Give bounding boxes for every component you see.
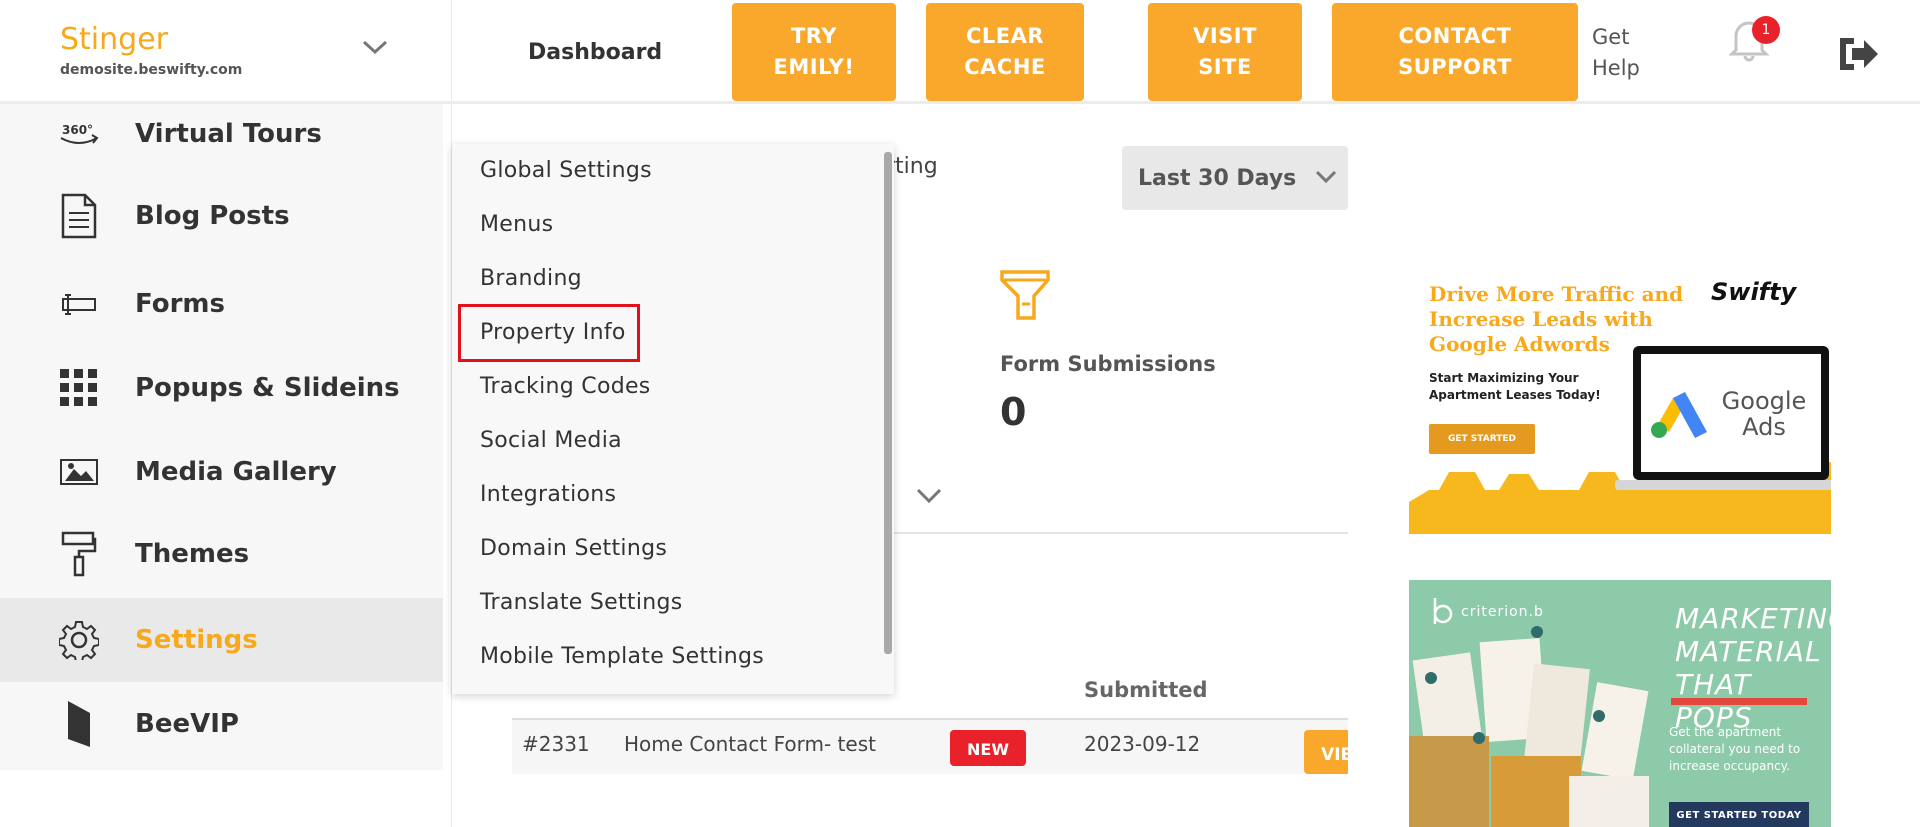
criterion-banner[interactable]: criterion.b MARKETING MATERIAL THAT POPS… (1409, 580, 1831, 827)
highlight-box (458, 304, 640, 362)
menu-item-menus[interactable]: Menus (480, 212, 553, 237)
ad-subheadline: Start Maximizing Your Apartment Leases T… (1429, 371, 1601, 402)
top-bar: Dashboard TRY EMILY! CLEAR CACHE VISIT S… (452, 0, 1920, 104)
row-form-title: Home Contact Form- test (624, 732, 876, 756)
logout-icon[interactable] (1836, 34, 1880, 74)
site-switcher[interactable]: Stinger demosite.beswifty.com (0, 0, 452, 104)
svg-text:360°: 360° (62, 123, 93, 137)
settings-dropdown-menu: Global Settings Menus Branding Property … (452, 144, 894, 694)
chevron-down-icon[interactable] (914, 484, 944, 508)
ad-get-started-button[interactable]: GET STARTED (1429, 424, 1535, 454)
sidebar-item-forms[interactable]: Forms (0, 262, 443, 346)
site-name: Stinger (60, 22, 168, 57)
criterion-brand: criterion.b (1461, 604, 1544, 620)
sidebar: Stinger demosite.beswifty.com 360° Virtu… (0, 0, 452, 827)
menu-item-domain-settings[interactable]: Domain Settings (480, 536, 667, 561)
sidebar-item-label: Themes (135, 539, 250, 569)
stat-value: 0 (1000, 390, 1027, 434)
sidebar-item-label: Blog Posts (135, 201, 290, 231)
row-submitted: 2023-09-12 (1084, 732, 1201, 756)
criterion-subheadline: Get the apartment collateral you need to… (1669, 725, 1801, 773)
headline-underline (1671, 698, 1807, 705)
visit-site-button[interactable]: VISIT SITE (1148, 3, 1302, 101)
get-help-link[interactable]: Get Help (1592, 22, 1640, 84)
google-ads-banner[interactable]: Drive More Traffic and Increase Leads wi… (1409, 262, 1831, 534)
sidebar-nav: 360° Virtual Tours Blog Posts Forms Popu… (0, 104, 443, 770)
sidebar-item-virtual-tours[interactable]: 360° Virtual Tours (0, 104, 443, 176)
swifty-logo: Swifty (1711, 278, 1797, 306)
view-button[interactable]: VIEW (1304, 730, 1348, 774)
sidebar-item-media-gallery[interactable]: Media Gallery (0, 430, 443, 514)
chevron-down-icon[interactable] (358, 30, 392, 64)
stat-label: Form Submissions (1000, 352, 1216, 376)
menu-item-mobile-template-settings[interactable]: Mobile Template Settings (480, 644, 764, 669)
notification-badge: 1 (1752, 16, 1780, 44)
menu-item-global-settings[interactable]: Global Settings (480, 158, 652, 183)
funnel-icon (1000, 270, 1050, 320)
table-row: #2331 Home Contact Form- test NEW 2023-0… (512, 720, 1348, 774)
collateral-collage (1409, 626, 1649, 827)
sidebar-item-popups[interactable]: Popups & Slideins (0, 346, 443, 430)
form-icon (58, 283, 100, 325)
date-range-select[interactable]: Last 30 Days (1122, 146, 1348, 210)
gear-icon (58, 619, 100, 661)
sidebar-item-blog-posts[interactable]: Blog Posts (0, 174, 443, 258)
try-emily-button[interactable]: TRY EMILY! (732, 3, 896, 101)
menu-item-social-media[interactable]: Social Media (480, 428, 622, 453)
column-header-submitted: Submitted (1084, 678, 1208, 702)
sidebar-item-settings[interactable]: Settings (0, 598, 443, 682)
menu-item-branding[interactable]: Branding (480, 266, 582, 291)
menu-item-translate-settings[interactable]: Translate Settings (480, 590, 683, 615)
document-icon (58, 193, 100, 239)
menu-item-tracking-codes[interactable]: Tracking Codes (480, 374, 651, 399)
criterion-headline: MARKETING MATERIAL THAT POPS (1675, 602, 1831, 734)
image-icon (58, 451, 100, 493)
page-title: Dashboard (528, 40, 663, 65)
360-icon: 360° (58, 113, 100, 155)
menu-item-integrations[interactable]: Integrations (480, 482, 616, 507)
dropdown-scrollbar[interactable] (884, 152, 892, 654)
sidebar-item-label: BeeVIP (135, 709, 239, 739)
sidebar-item-label: Settings (135, 625, 258, 655)
criterion-logo-icon (1433, 598, 1453, 624)
row-id: #2331 (522, 732, 590, 756)
contact-support-button[interactable]: CONTACT SUPPORT (1332, 3, 1578, 101)
date-range-value: Last 30 Days (1138, 165, 1297, 191)
criterion-get-started-button[interactable]: GET STARTED TODAY (1669, 802, 1809, 827)
sidebar-item-label: Media Gallery (135, 457, 337, 487)
site-domain: demosite.beswifty.com (60, 62, 243, 78)
clear-cache-button[interactable]: CLEAR CACHE (926, 3, 1084, 101)
chevron-down-icon (1315, 170, 1337, 184)
sidebar-item-beevip[interactable]: BeeVIP (0, 682, 443, 766)
status-badge: NEW (950, 730, 1026, 766)
grid-icon (58, 367, 100, 409)
sidebar-item-themes[interactable]: Themes (0, 512, 443, 596)
paint-roller-icon (58, 531, 100, 577)
beevip-icon (58, 701, 100, 747)
sidebar-item-label: Virtual Tours (135, 119, 322, 149)
google-ads-wordmark: Google Ads (1721, 387, 1807, 441)
sidebar-item-label: Forms (135, 289, 225, 319)
sidebar-item-label: Popups & Slideins (135, 373, 400, 403)
